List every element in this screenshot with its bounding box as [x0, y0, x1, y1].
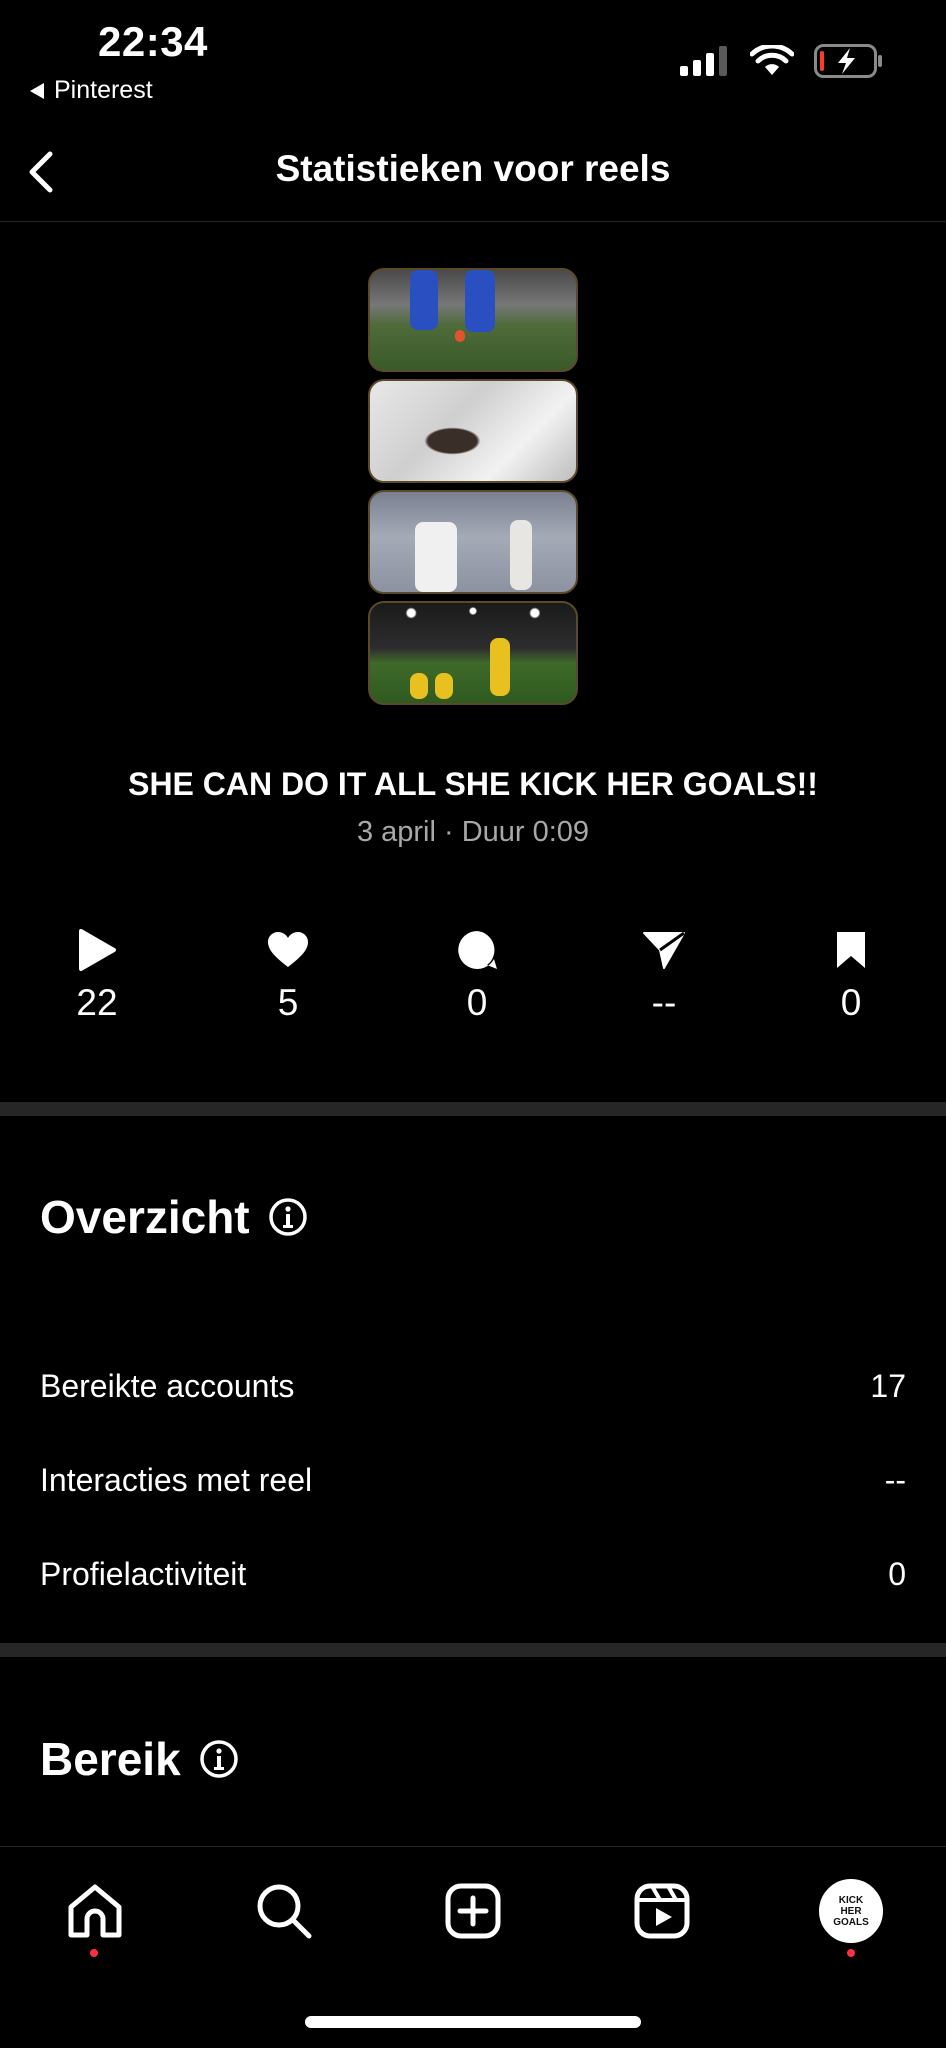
overview-row-reached-accounts[interactable]: Bereikte accounts 17 [40, 1368, 906, 1405]
battery-charging-icon [814, 44, 882, 78]
plays-count: 22 [76, 982, 118, 1023]
row-label: Profielactiviteit [40, 1556, 247, 1592]
info-icon[interactable] [199, 1739, 239, 1779]
info-icon[interactable] [268, 1197, 308, 1237]
tab-reels[interactable] [622, 1871, 702, 1951]
page-title: Statistieken voor reels [275, 148, 671, 189]
saves-count: 0 [840, 982, 862, 1023]
add-post-icon [445, 1883, 501, 1939]
stat-shares: -- [604, 924, 724, 1024]
reel-thumbnail-2 [368, 379, 578, 483]
overview-row-interactions[interactable]: Interacties met reel -- [40, 1462, 906, 1499]
stat-comments: 0 [417, 924, 537, 1024]
comment-icon [458, 931, 497, 969]
overview-header: Overzicht [40, 1190, 308, 1244]
play-icon [79, 929, 116, 971]
reel-thumbnail-3 [368, 490, 578, 594]
reel-thumbnail-4 [368, 601, 578, 705]
avatar-text-line: KICK [838, 1894, 864, 1906]
status-time: 22:34 [98, 18, 208, 65]
navigation-bar: Statistieken voor reels [0, 130, 946, 222]
stat-saves: 0 [791, 924, 911, 1024]
row-value: 0 [888, 1556, 906, 1592]
reach-header: Bereik [40, 1732, 239, 1786]
row-value: 17 [870, 1368, 906, 1404]
back-triangle-icon [30, 82, 44, 99]
heart-icon [268, 932, 308, 967]
row-value: -- [884, 1462, 906, 1498]
tab-search[interactable] [244, 1871, 324, 1951]
search-icon [257, 1884, 312, 1939]
back-app-label: Pinterest [54, 76, 153, 104]
profile-notification-dot [847, 1949, 855, 1957]
row-label: Interacties met reel [40, 1462, 313, 1498]
section-divider [0, 1102, 946, 1116]
status-icons [680, 44, 884, 78]
avatar-text-line: HER [840, 1905, 862, 1917]
home-indicator [305, 2016, 641, 2028]
section-divider [0, 1643, 946, 1657]
tab-profile[interactable]: KICK HER GOALS [811, 1871, 891, 1951]
reel-thumbnail-1 [368, 268, 578, 372]
row-label: Bereikte accounts [40, 1368, 295, 1404]
overview-row-profile-activity[interactable]: Profielactiviteit 0 [40, 1556, 906, 1593]
engagement-stats: 22 5 0 -- 0 [0, 924, 946, 1034]
cellular-signal-icon [680, 46, 727, 76]
bookmark-icon [837, 932, 865, 968]
reach-title: Bereik [40, 1733, 181, 1785]
shares-count: -- [651, 982, 677, 1023]
avatar-text-line: GOALS [833, 1916, 869, 1928]
share-paper-plane-icon [643, 931, 685, 969]
overview-title: Overzicht [40, 1191, 250, 1243]
likes-count: 5 [277, 982, 299, 1023]
stat-likes: 5 [228, 924, 348, 1024]
reel-caption: SHE CAN DO IT ALL SHE KICK HER GOALS!! [128, 766, 818, 802]
reels-icon [634, 1883, 690, 1939]
avatar: KICK HER GOALS [819, 1879, 883, 1943]
reel-preview[interactable] [368, 268, 578, 712]
reel-meta: 3 april · Duur 0:09 [356, 816, 590, 848]
tab-create[interactable] [433, 1871, 513, 1951]
home-notification-dot [90, 1949, 98, 1957]
home-icon [68, 1884, 122, 1938]
back-to-app-link[interactable]: Pinterest [30, 76, 153, 105]
tab-home[interactable] [55, 1871, 135, 1951]
wifi-icon [750, 45, 794, 75]
stat-plays: 22 [37, 924, 157, 1024]
comments-count: 0 [466, 982, 488, 1023]
